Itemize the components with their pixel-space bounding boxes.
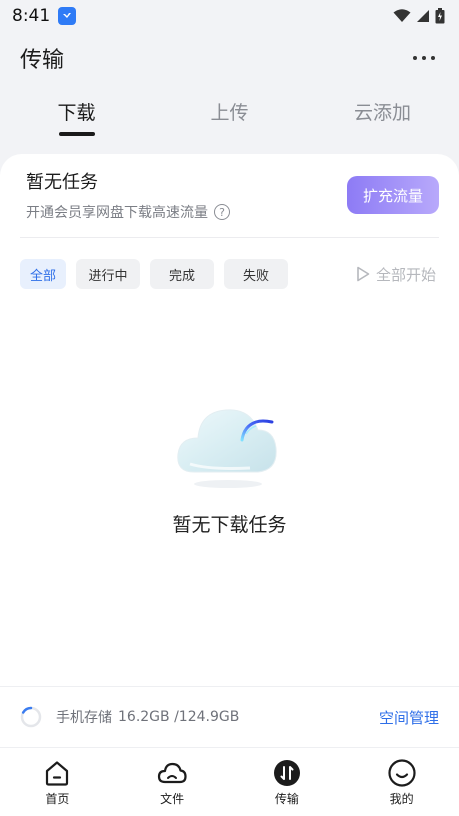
play-icon bbox=[357, 266, 370, 282]
tab-upload[interactable]: 上传 bbox=[153, 94, 306, 144]
tab-download[interactable]: 下载 bbox=[0, 94, 153, 144]
app-notification-icon bbox=[58, 7, 77, 25]
tab-cloud-add-label: 云添加 bbox=[353, 102, 411, 124]
storage-label: 手机存储 bbox=[56, 710, 112, 726]
start-all-button[interactable]: 全部开始 bbox=[356, 264, 439, 285]
page-title: 传输 bbox=[20, 48, 65, 73]
space-manage-link[interactable]: 空间管理 bbox=[379, 707, 439, 728]
nav-item-mine[interactable]: 我的 bbox=[344, 752, 459, 816]
status-bar: 8:41 bbox=[0, 0, 459, 32]
nav-item-files[interactable]: 文件 bbox=[115, 752, 230, 816]
nav-item-transfer[interactable]: 传输 bbox=[230, 752, 345, 816]
wifi-icon bbox=[393, 9, 411, 22]
promo-subtitle: 开通会员享网盘下载高速流量 bbox=[26, 205, 208, 221]
more-horizontal-icon bbox=[413, 56, 417, 60]
filter-bar: 全部 进行中 完成 失败 全部开始 bbox=[20, 259, 439, 289]
filter-chip-in-progress[interactable]: 进行中 bbox=[76, 259, 140, 289]
nav-label-mine: 我的 bbox=[389, 792, 414, 806]
nav-label-transfer: 传输 bbox=[274, 792, 299, 806]
filter-chip-all[interactable]: 全部 bbox=[20, 259, 66, 289]
promo-section: 暂无任务 开通会员享网盘下载高速流量 ? 扩充流量 bbox=[26, 168, 439, 238]
tab-download-label: 下载 bbox=[57, 102, 96, 124]
nav-label-files: 文件 bbox=[160, 792, 185, 806]
battery-icon bbox=[435, 8, 445, 24]
nav-label-home: 首页 bbox=[45, 792, 70, 806]
status-time: 8:41 bbox=[12, 6, 51, 26]
empty-cloud-illustration bbox=[176, 409, 277, 488]
tab-upload-label: 上传 bbox=[210, 102, 249, 124]
bottom-nav: 首页 文件 传输 我的 bbox=[0, 752, 459, 816]
tab-cloud-add[interactable]: 云添加 bbox=[306, 94, 459, 144]
smile-icon bbox=[388, 759, 416, 787]
nav-item-home[interactable]: 首页 bbox=[0, 752, 115, 816]
cloud-icon bbox=[158, 762, 187, 784]
expand-traffic-button[interactable]: 扩充流量 bbox=[347, 176, 439, 214]
home-icon bbox=[46, 761, 69, 786]
storage-bar: 手机存储 16.2GB /124.9GB 空间管理 bbox=[0, 686, 459, 748]
filter-chip-failed[interactable]: 失败 bbox=[224, 259, 288, 289]
storage-ring-icon bbox=[20, 706, 42, 728]
tab-active-indicator bbox=[58, 132, 95, 136]
help-icon[interactable]: ? bbox=[214, 204, 230, 220]
more-dot bbox=[422, 56, 426, 60]
more-dot bbox=[431, 56, 435, 60]
main-card: 暂无任务 开通会员享网盘下载高速流量 ? 扩充流量 全部 进行中 完成 失败 全… bbox=[0, 154, 459, 816]
empty-state-text: 暂无下载任务 bbox=[172, 514, 287, 536]
signal-icon bbox=[417, 10, 429, 22]
divider bbox=[20, 237, 439, 238]
empty-state: 暂无下载任务 bbox=[0, 384, 459, 537]
start-all-label: 全部开始 bbox=[375, 265, 436, 284]
storage-value: 16.2GB /124.9GB bbox=[118, 709, 240, 725]
transfer-tabs: 下载 上传 云添加 bbox=[0, 94, 459, 144]
filter-chip-completed[interactable]: 完成 bbox=[150, 259, 214, 289]
app-header: 传输 bbox=[0, 36, 459, 80]
transfer-icon bbox=[273, 760, 300, 786]
more-options-button[interactable] bbox=[409, 50, 439, 66]
